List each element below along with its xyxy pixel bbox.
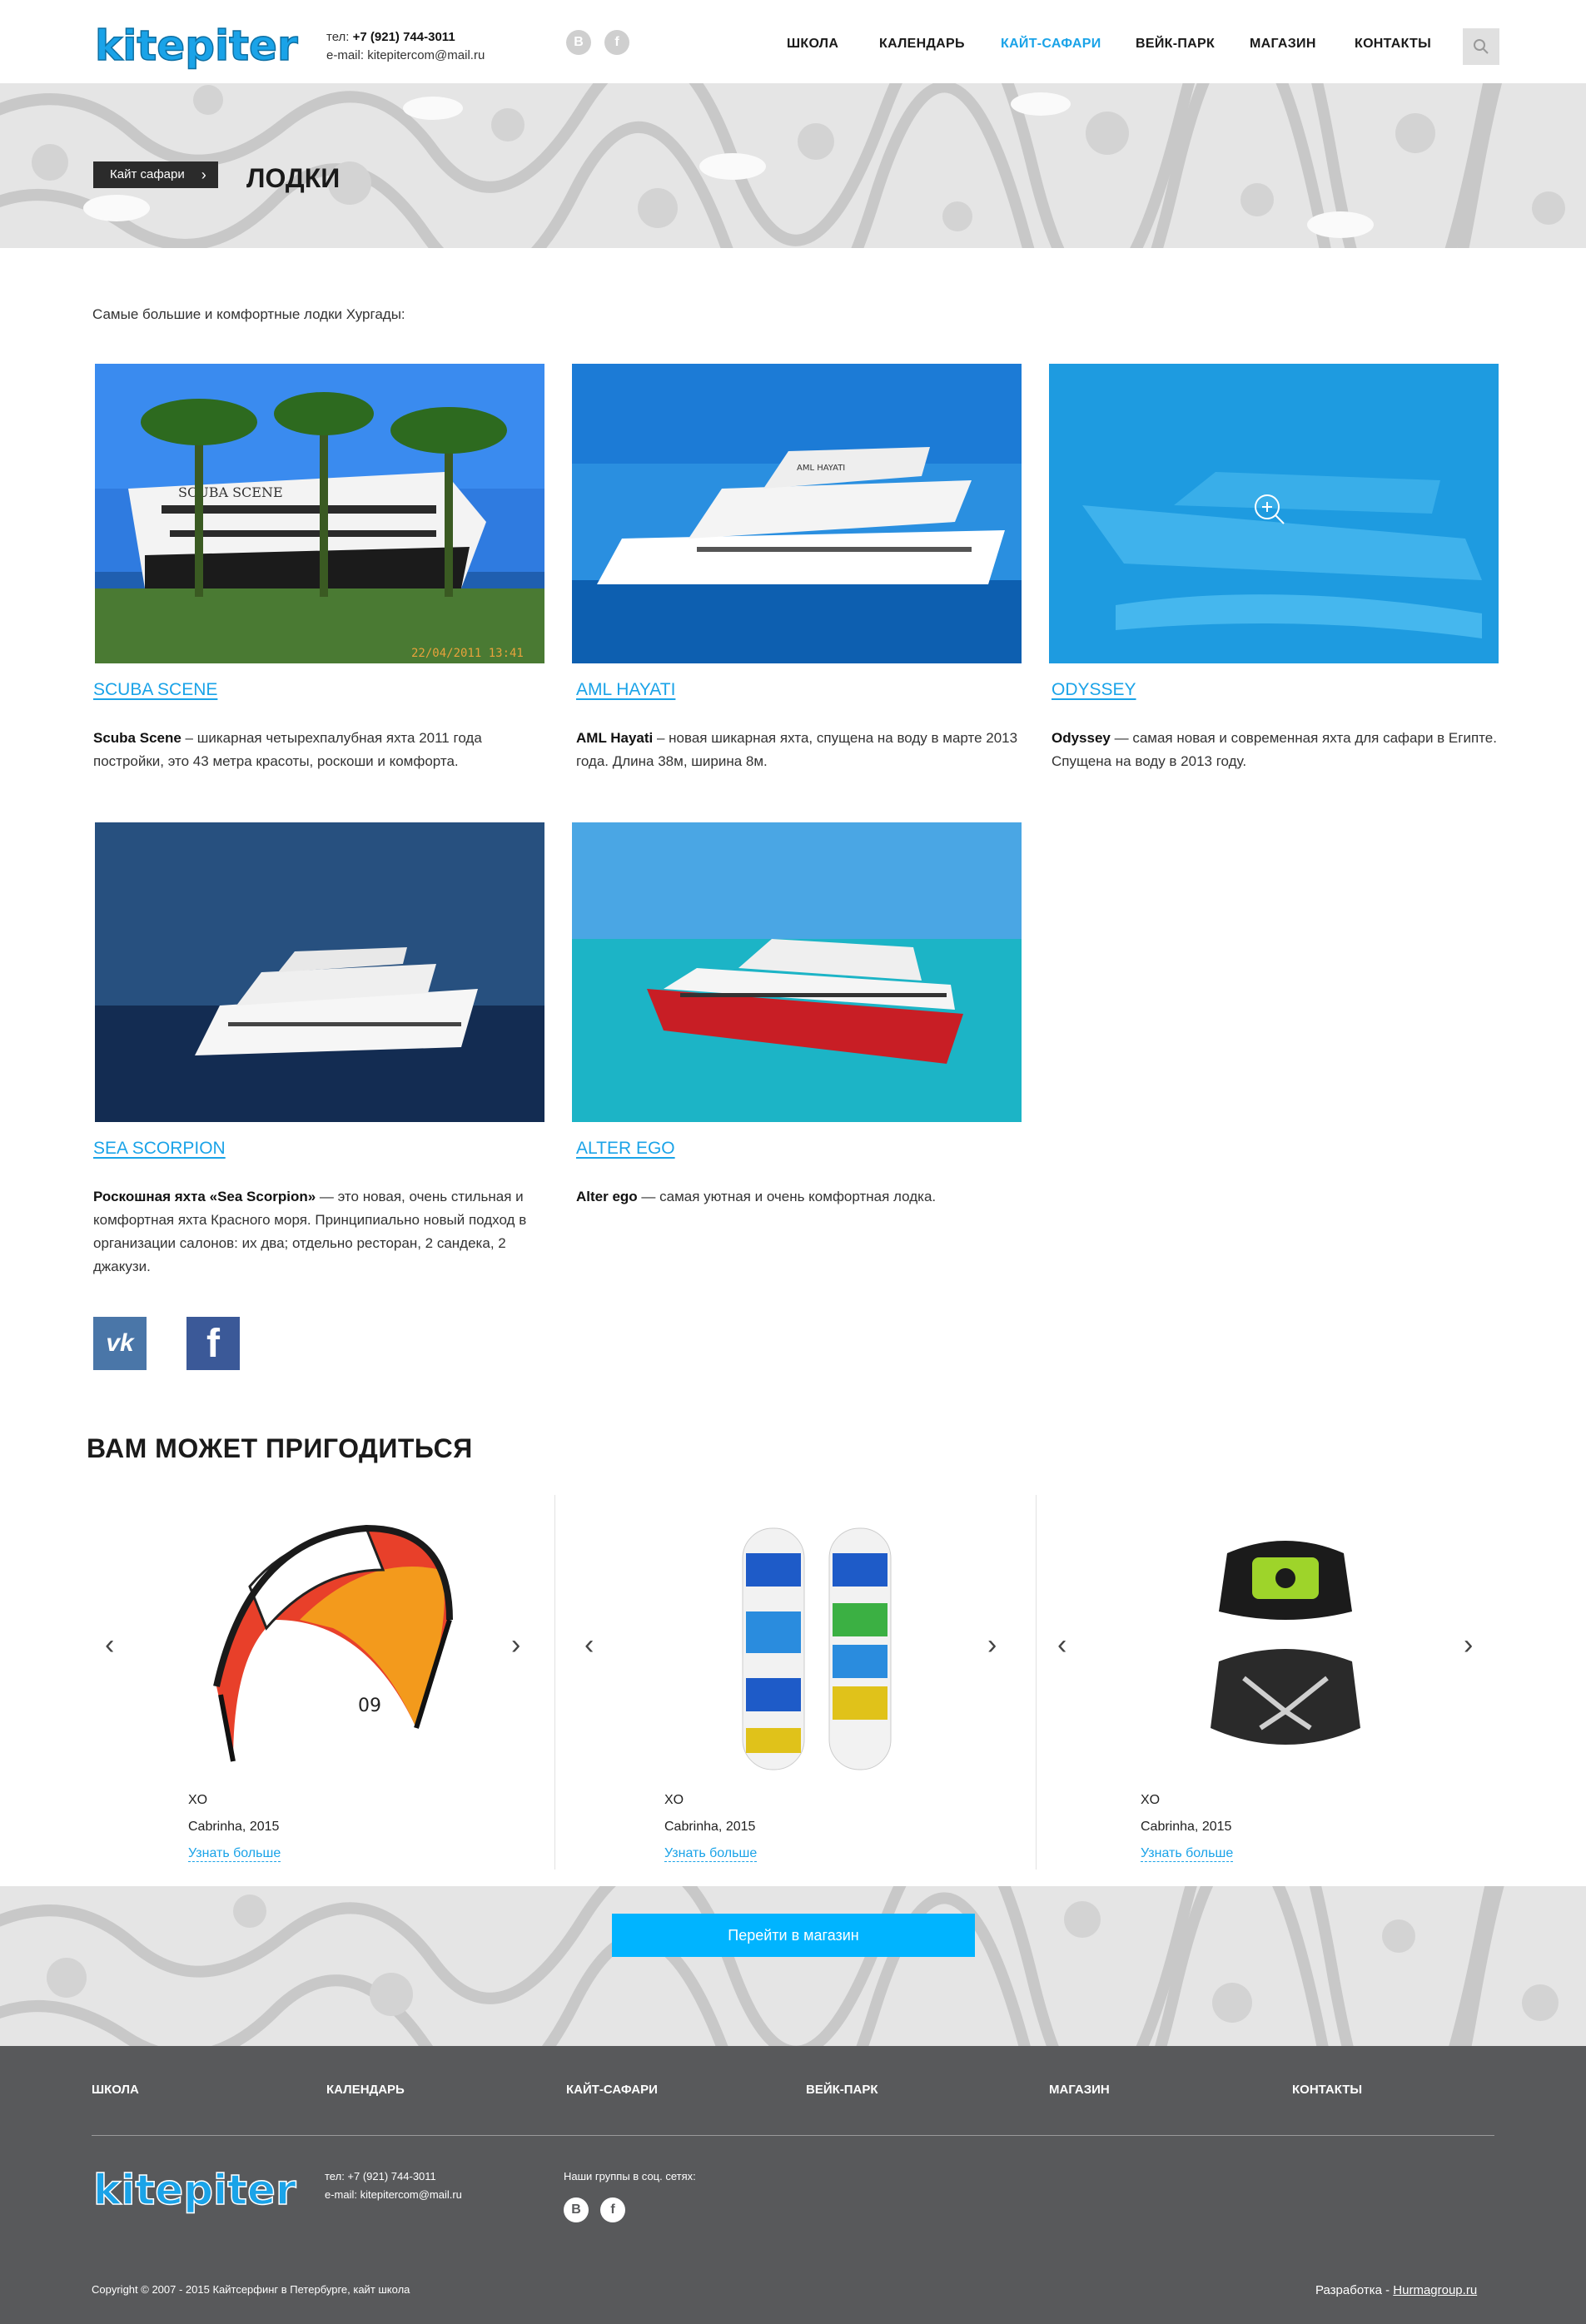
boat-title-sea-scorpion[interactable]: SEA SCORPION: [93, 1139, 226, 1159]
developer-credit: Разработка - Hurmagroup.ru: [1315, 2283, 1478, 2297]
chevron-right-icon: ›: [201, 166, 206, 183]
product-title: XO: [1141, 1793, 1161, 1807]
vk-icon[interactable]: В: [564, 2197, 589, 2222]
footer-phone[interactable]: тел: +7 (921) 744-3011: [325, 2168, 462, 2186]
facebook-icon[interactable]: f: [600, 2197, 625, 2222]
boat-photo-odyssey[interactable]: [1049, 364, 1499, 663]
nav-wake-park[interactable]: ВЕЙК-ПАРК: [1136, 37, 1215, 52]
footer-nav-school[interactable]: ШКОЛА: [92, 2083, 139, 2097]
facebook-icon[interactable]: f: [604, 30, 629, 55]
product-subtitle: Cabrinha, 2015: [664, 1820, 756, 1834]
svg-text:SCUBA SCENE: SCUBA SCENE: [178, 484, 283, 500]
kite-image[interactable]: 09: [200, 1520, 466, 1786]
carousel-next-icon[interactable]: ›: [1464, 1628, 1473, 1661]
product-title: XO: [664, 1793, 684, 1807]
boat-desc-odyssey: Odyssey — самая новая и современная яхта…: [1052, 730, 1497, 769]
boat-desc-scuba-scene: Scuba Scene – шикарная четырехпалубная я…: [93, 730, 482, 769]
facebook-icon: f: [206, 1321, 220, 1366]
email-label: e-mail:: [326, 48, 365, 62]
svg-text:kitepiter: kitepiter: [93, 2166, 296, 2214]
kitepiter-logo[interactable]: kitepiter: [93, 18, 300, 73]
page-title: ЛОДКИ: [246, 163, 341, 193]
footer-nav-contacts[interactable]: КОНТАКТЫ: [1292, 2083, 1362, 2097]
svg-text:AML HAYATI: AML HAYATI: [797, 464, 845, 473]
product-subtitle: Cabrinha, 2015: [188, 1820, 280, 1834]
boat-desc-sea-scorpion: Роскошная яхта «Sea Scorpion» — это нова…: [93, 1189, 527, 1274]
vk-icon: vk: [106, 1329, 134, 1357]
nav-kite-safari[interactable]: КАЙТ-САФАРИ: [1001, 37, 1101, 52]
carousel-next-icon[interactable]: ›: [987, 1628, 997, 1661]
related-title: ВАМ МОЖЕТ ПРИГОДИТЬСЯ: [87, 1433, 473, 1463]
footer-nav-wake-park[interactable]: ВЕЙК-ПАРК: [806, 2083, 878, 2097]
boat-title-aml-hayati[interactable]: AML HAYATI: [576, 680, 675, 700]
footer-contacts: тел: +7 (921) 744-3011 e-mail: kitepiter…: [325, 2168, 462, 2204]
boat-title-odyssey[interactable]: ODYSSEY: [1052, 680, 1136, 700]
product-card: ‹ › XO Cabrinha, 2015 Узнать больше: [1046, 1495, 1524, 1870]
footer-nav-calendar[interactable]: КАЛЕНДАРЬ: [326, 2083, 405, 2097]
phone-number[interactable]: +7 (921) 744-3011: [353, 30, 455, 44]
nav-school[interactable]: ШКОЛА: [787, 37, 838, 52]
share-vk-button[interactable]: vk: [93, 1317, 147, 1370]
intro-text: Самые большие и комфортные лодки Хургады…: [92, 306, 405, 322]
title-pattern-band: [0, 83, 1586, 248]
product-title: XO: [188, 1793, 208, 1807]
learn-more-link[interactable]: Узнать больше: [664, 1846, 758, 1862]
go-to-shop-button[interactable]: Перейти в магазин: [612, 1914, 975, 1957]
boat-photo-aml-hayati[interactable]: AML HAYATI: [572, 364, 1022, 663]
harness-image[interactable]: [1152, 1520, 1419, 1786]
footer-social-label: Наши группы в соц. сетях:: [564, 2170, 696, 2182]
svg-text:kitepiter: kitepiter: [95, 22, 298, 70]
footer-nav-kite-safari[interactable]: КАЙТ-САФАРИ: [566, 2083, 658, 2097]
learn-more-link[interactable]: Узнать больше: [1141, 1846, 1234, 1862]
footer-email[interactable]: e-mail: kitepitercom@mail.ru: [325, 2186, 462, 2204]
footer-divider: [92, 2135, 1494, 2136]
carousel-prev-icon[interactable]: ‹: [584, 1628, 594, 1661]
boat-photo-scuba-scene[interactable]: SCUBA SCENE 22/04/2011 13:41: [95, 364, 544, 663]
svg-text:09: 09: [358, 1696, 381, 1716]
carousel-next-icon[interactable]: ›: [511, 1628, 520, 1661]
product-card: ‹ › 09 XO Cabrinha, 2015 Узнать больше: [93, 1495, 571, 1870]
carousel-prev-icon[interactable]: ‹: [105, 1628, 114, 1661]
learn-more-link[interactable]: Узнать больше: [188, 1846, 281, 1862]
header-contacts: тел: +7 (921) 744-3011 e-mail: kitepiter…: [326, 28, 485, 65]
decorative-pattern: [0, 83, 1565, 248]
footer-nav-shop[interactable]: МАГАЗИН: [1049, 2083, 1110, 2097]
nav-contacts[interactable]: КОНТАКТЫ: [1355, 37, 1431, 52]
nav-calendar[interactable]: КАЛЕНДАРЬ: [879, 37, 965, 52]
nav-shop[interactable]: МАГАЗИН: [1250, 37, 1316, 52]
boat-desc-alter-ego: Alter ego — самая уютная и очень комфорт…: [576, 1189, 937, 1204]
carousel-prev-icon[interactable]: ‹: [1057, 1628, 1066, 1661]
email-link[interactable]: kitepitercom@mail.ru: [367, 48, 485, 62]
search-icon: [1474, 39, 1489, 54]
footer-social: В f: [564, 2197, 625, 2222]
boat-photo-sea-scorpion[interactable]: [95, 822, 544, 1122]
copyright: Copyright © 2007 - 2015 Кайтсерфинг в Пе…: [92, 2283, 410, 2296]
decorative-pattern: [0, 1886, 1559, 2046]
search-button[interactable]: [1463, 28, 1499, 65]
vk-icon[interactable]: В: [566, 30, 591, 55]
boat-desc-aml-hayati: AML Hayati – новая шикарная яхта, спущен…: [576, 730, 1018, 769]
phone-label: тел:: [326, 30, 350, 44]
boat-photo-alter-ego[interactable]: [572, 822, 1022, 1122]
breadcrumb-kite-safari[interactable]: Кайт сафари ›: [93, 161, 218, 188]
product-subtitle: Cabrinha, 2015: [1141, 1820, 1232, 1834]
header-social: В f: [566, 30, 629, 55]
svg-text:22/04/2011 13:41: 22/04/2011 13:41: [411, 647, 524, 660]
shop-pattern-band: [0, 1886, 1586, 2046]
developer-link[interactable]: Hurmagroup.ru: [1393, 2283, 1477, 2297]
boat-title-scuba-scene[interactable]: SCUBA SCENE: [93, 680, 217, 700]
product-card: ‹ › XO Cabrinha, 2015 Узнать больше: [569, 1495, 1047, 1870]
share-facebook-button[interactable]: f: [186, 1317, 240, 1370]
kitepiter-logo[interactable]: kitepiter: [92, 2163, 298, 2217]
site-header: kitepiter тел: +7 (921) 744-3011 e-mail:…: [0, 0, 1586, 83]
boat-title-alter-ego[interactable]: ALTER EGO: [576, 1139, 675, 1159]
kiteboard-image[interactable]: [676, 1520, 942, 1786]
